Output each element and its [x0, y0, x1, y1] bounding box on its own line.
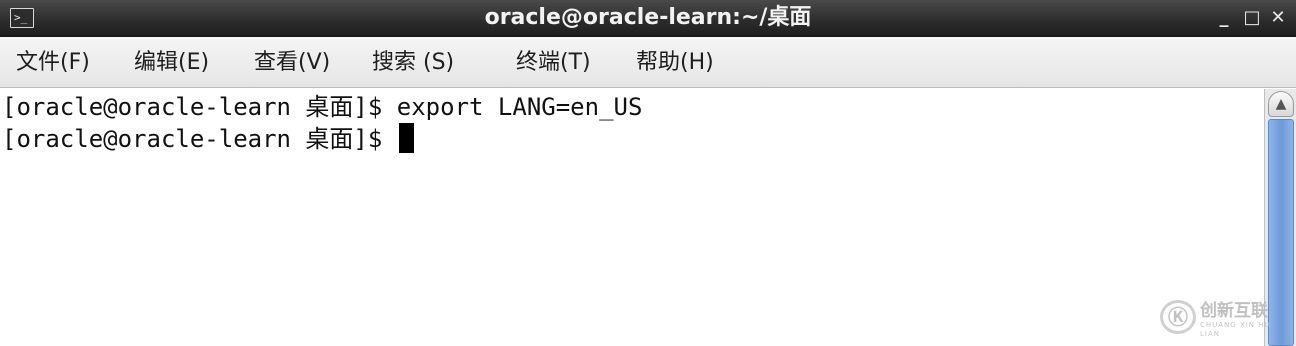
menu-help[interactable]: 帮助(H): [636, 49, 714, 77]
title-bar[interactable]: >_ oracle@oracle-learn:~/桌面 _ □ ✕: [0, 0, 1296, 37]
menu-search[interactable]: 搜索 (S): [372, 49, 454, 77]
menu-terminal[interactable]: 终端(T): [516, 49, 591, 77]
shell-prompt: [oracle@oracle-learn 桌面]$: [2, 125, 397, 153]
terminal-line: [oracle@oracle-learn 桌面]$: [2, 123, 414, 155]
close-button[interactable]: ✕: [1266, 6, 1290, 30]
watermark-subtext: CHUANG XIN HU LIAN: [1200, 321, 1271, 338]
terminal-window: >_ oracle@oracle-learn:~/桌面 _ □ ✕ 文件(F) …: [0, 0, 1296, 346]
shell-command: export LANG=en_US: [396, 93, 643, 121]
terminal-output[interactable]: [oracle@oracle-learn 桌面]$ export LANG=en…: [0, 89, 1264, 346]
menu-view[interactable]: 查看(V): [254, 49, 330, 77]
text-cursor: [398, 123, 414, 153]
shell-prompt: [oracle@oracle-learn 桌面]$: [2, 93, 397, 121]
maximize-button[interactable]: □: [1240, 6, 1264, 30]
window-title: oracle@oracle-learn:~/桌面: [484, 5, 812, 30]
minimize-button[interactable]: _: [1212, 6, 1236, 30]
menu-bar: 文件(F) 编辑(E) 查看(V) 搜索 (S) 终端(T) 帮助(H): [0, 38, 1296, 88]
scroll-up-icon[interactable]: ▲: [1268, 91, 1294, 117]
menu-file[interactable]: 文件(F): [16, 49, 90, 77]
menu-edit[interactable]: 编辑(E): [134, 49, 209, 77]
terminal-line: [oracle@oracle-learn 桌面]$ export LANG=en…: [2, 91, 642, 123]
watermark-logo-icon: Ⓚ: [1160, 300, 1196, 334]
watermark-text: 创新互联: [1200, 301, 1268, 321]
watermark: Ⓚ 创新互联 CHUANG XIN HU LIAN: [1160, 300, 1290, 338]
